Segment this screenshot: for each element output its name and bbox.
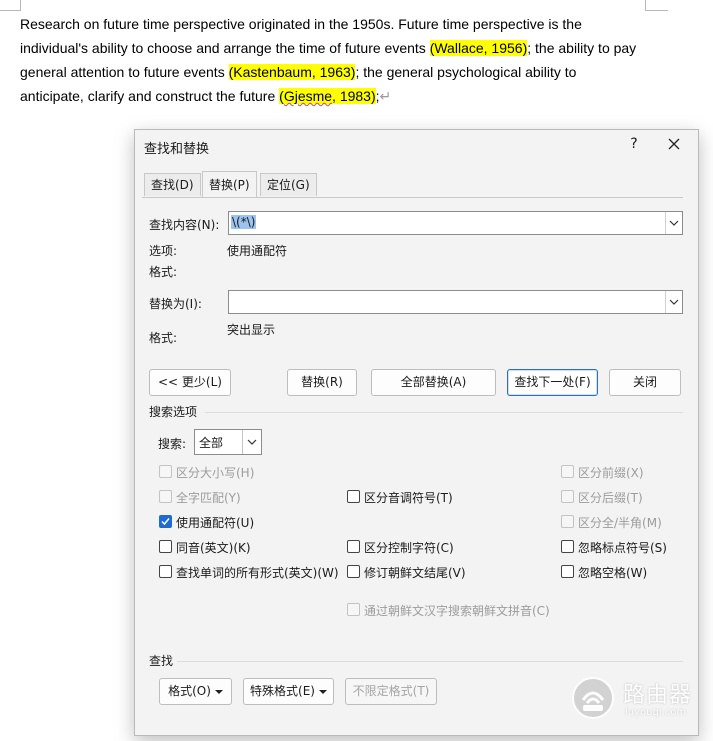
document-line: general attention to future events (Kast… (20, 60, 680, 84)
checkbox-label: 使用通配符(U) (176, 516, 255, 530)
help-button[interactable]: ? (625, 136, 643, 152)
watermark-name: 路由器 (623, 683, 693, 708)
special-button-label: 特殊格式(E) (250, 684, 315, 698)
highlighted-citation: (Kastenbaum, 1963) (228, 64, 356, 80)
checkbox-label: 同音(英文)(K) (176, 541, 251, 555)
page-corner-mark-left (0, 0, 21, 11)
checkbox-box[interactable] (561, 540, 574, 553)
chevron-down-icon[interactable] (665, 212, 682, 234)
checkbox-label: 忽略空格(W) (578, 566, 648, 580)
find-next-button[interactable]: 查找下一处(F) (507, 369, 598, 396)
tab-find[interactable]: 查找(D) (144, 173, 201, 196)
checkbox-box[interactable] (159, 540, 172, 553)
section-divider (177, 661, 683, 662)
replace-input[interactable] (228, 290, 683, 314)
checkbox-box[interactable] (561, 515, 574, 528)
checkbox-label: 区分大小写(H) (176, 466, 255, 480)
find-replace-dialog: 查找和替换 ? 查找(D) 替换(P) 定位(G) 查找内容(N): \(*\)… (134, 129, 699, 736)
dropdown-caret-icon (318, 689, 327, 694)
text-run: ; the general psychological ability to (355, 64, 577, 80)
format-button[interactable]: 格式(O) (159, 678, 232, 705)
text-run: individual's ability to choose and arran… (20, 40, 430, 56)
section-divider (205, 412, 683, 413)
checkbox-box[interactable] (159, 490, 172, 503)
checkbox-box[interactable] (561, 465, 574, 478)
document-line: Research on future time perspective orig… (20, 12, 680, 36)
text-run: Research on future time perspective orig… (20, 16, 582, 32)
watermark: 路由器 luyouqi.com (568, 672, 713, 724)
search-direction-value: 全部 (199, 436, 224, 450)
search-options-title: 搜索选项 (149, 405, 198, 419)
checkbox-box[interactable] (347, 540, 360, 553)
checkbox-label: 区分控制字符(C) (364, 541, 454, 555)
chevron-down-icon[interactable] (242, 430, 261, 454)
checkbox-box[interactable] (561, 490, 574, 503)
checkbox-box[interactable] (347, 603, 360, 616)
checkbox-label: 区分前缀(X) (578, 466, 644, 480)
special-format-button[interactable]: 特殊格式(E) (243, 678, 334, 705)
chevron-down-icon[interactable] (665, 291, 682, 313)
checkbox-label: 区分全/半角(M) (578, 516, 662, 530)
options-value: 使用通配符 (227, 244, 288, 258)
find-label: 查找内容(N): (149, 218, 220, 232)
replace-format-value: 突出显示 (227, 323, 276, 337)
no-formatting-button[interactable]: 不限定格式(T) (345, 678, 437, 705)
search-options-section: 搜索选项 (149, 403, 683, 419)
checkbox-box[interactable] (347, 565, 360, 578)
tab-goto[interactable]: 定位(G) (260, 173, 317, 196)
watermark-url: luyouqi.com (625, 707, 687, 718)
checkbox-box[interactable] (159, 565, 172, 578)
close-button[interactable]: 关闭 (609, 369, 681, 396)
replace-all-button[interactable]: 全部替换(A) (371, 369, 496, 396)
router-logo-icon (572, 677, 614, 719)
checkbox-label: 全字匹配(Y) (176, 491, 241, 505)
replace-label: 替换为(I): (149, 297, 202, 311)
replace-button[interactable]: 替换(R) (287, 369, 357, 396)
tab-replace[interactable]: 替换(P) (202, 171, 257, 197)
page-corner-mark-right (645, 0, 668, 11)
tab-divider (142, 197, 683, 198)
checkbox-box[interactable] (347, 490, 360, 503)
close-icon[interactable] (665, 135, 683, 153)
checkbox-box[interactable] (561, 565, 574, 578)
checkbox-box[interactable] (159, 465, 172, 478)
checkbox-label: 修订朝鲜文结尾(V) (364, 566, 466, 580)
checkbox-label: 忽略标点符号(S) (578, 541, 667, 555)
checkbox-box[interactable] (159, 515, 172, 528)
highlighted-citation: (Wallace, 1956) (429, 40, 528, 56)
find-input-value: \(*\) (231, 215, 257, 229)
options-label: 选项: (149, 244, 178, 258)
replace-format-label: 格式: (149, 331, 178, 345)
less-button[interactable]: << 更少(L) (149, 369, 231, 396)
checkbox-label: 区分后缀(T) (578, 491, 643, 505)
text-run: ; the ability to pay (527, 40, 637, 56)
checkbox-label: 区分音调符号(T) (364, 491, 453, 505)
dialog-title: 查找和替换 (144, 142, 210, 157)
search-direction-label: 搜索: (158, 437, 187, 451)
search-direction-select[interactable]: 全部 (194, 429, 262, 455)
checkbox-label: 通过朝鲜文汉字搜索朝鲜文拼音(C) (364, 604, 550, 618)
find-format-section: 查找 (149, 652, 683, 668)
paragraph-mark-icon: ↵ (379, 88, 392, 104)
find-format-label: 格式: (149, 265, 178, 279)
text-run: general attention to future events (20, 64, 229, 80)
format-button-label: 格式(O) (168, 684, 211, 698)
highlighted-citation: Gjesme (283, 88, 333, 104)
find-section-title: 查找 (149, 654, 174, 668)
highlighted-citation: , 1983) (332, 88, 376, 104)
checkbox-label: 查找单词的所有形式(英文)(W) (176, 566, 339, 580)
document-body[interactable]: Research on future time perspective orig… (20, 12, 680, 108)
text-run: anticipate, clarify and construct the fu… (20, 88, 280, 104)
document-line: anticipate, clarify and construct the fu… (20, 84, 680, 108)
dropdown-caret-icon (214, 689, 223, 694)
check-icon (161, 518, 170, 526)
document-line: individual's ability to choose and arran… (20, 36, 680, 60)
find-input[interactable]: \(*\) (228, 211, 683, 235)
